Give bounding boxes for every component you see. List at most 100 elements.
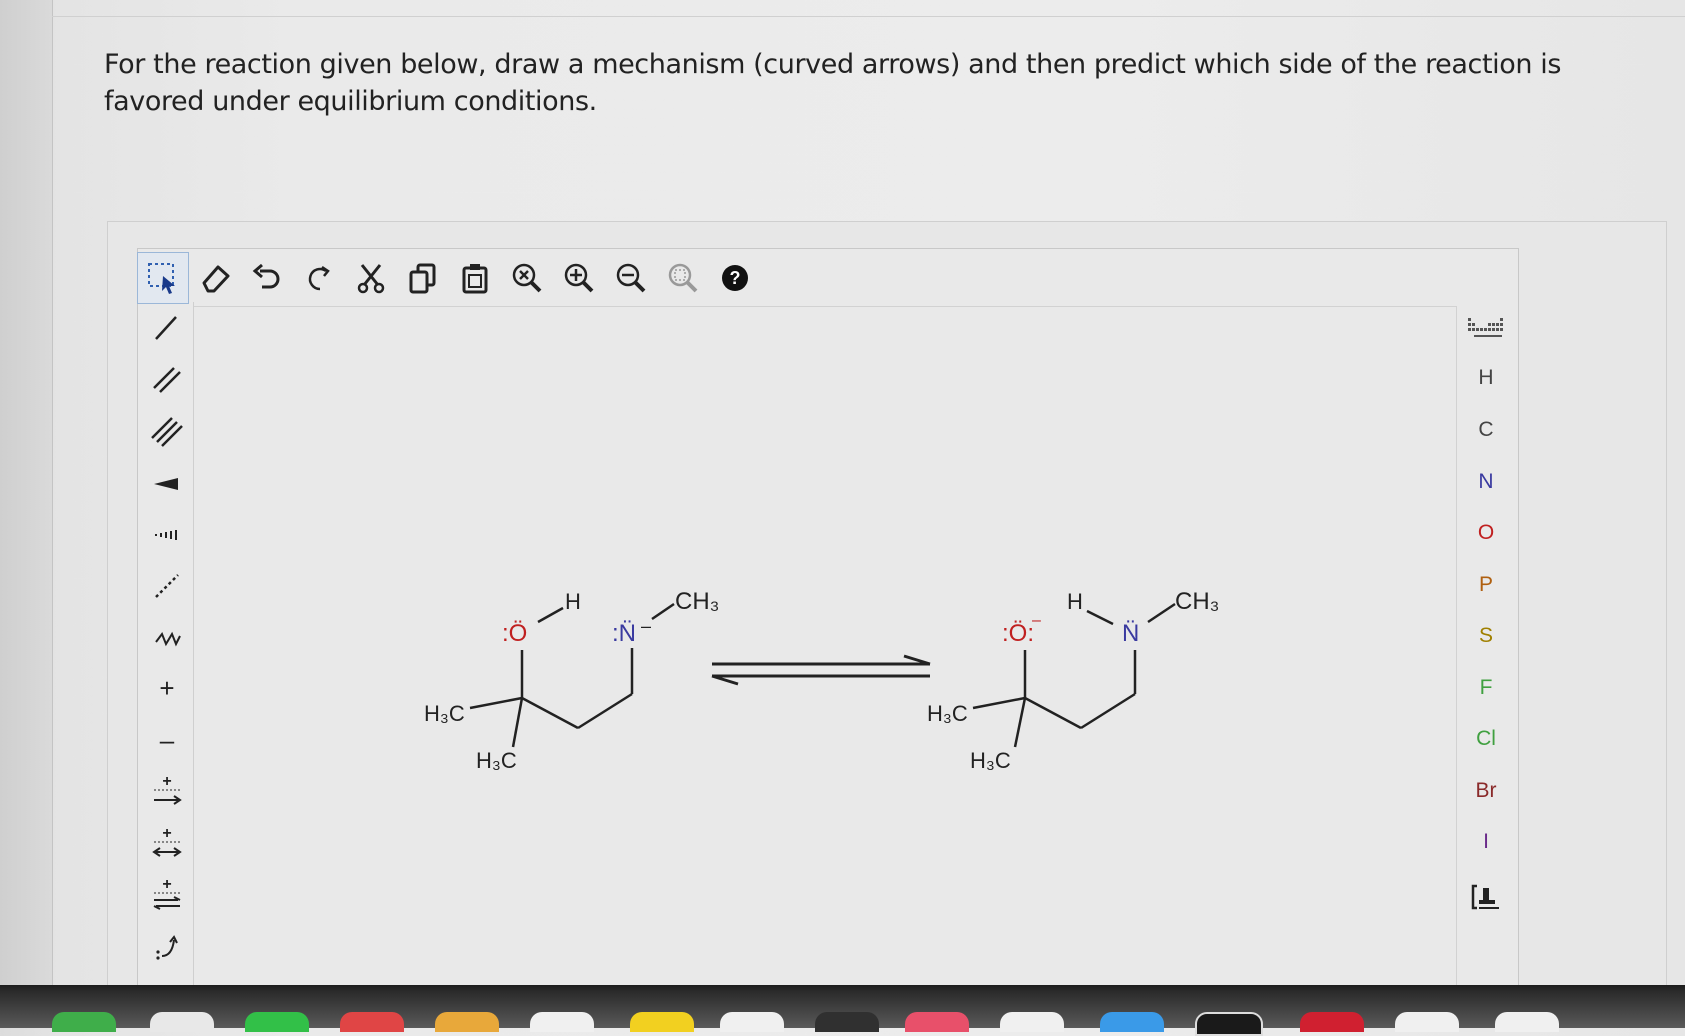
single-bond-button[interactable] [141, 302, 193, 354]
right-nitrogen: N̈ [1122, 620, 1139, 647]
curved-arrow-icon [156, 935, 178, 960]
bracket-tool-button[interactable] [1456, 882, 1516, 918]
reminders-app-icon[interactable] [530, 1012, 594, 1032]
triple-bond-icon [151, 417, 183, 447]
wedge-bond-icon [154, 477, 178, 490]
element-s-button[interactable]: S [1456, 624, 1516, 648]
left-hydroxyl-h: H [565, 589, 581, 614]
curved-arrow-button[interactable] [141, 921, 193, 973]
element-cl-button[interactable]: Cl [1456, 727, 1516, 751]
scissors-icon [357, 264, 385, 294]
hash-bond-icon [155, 530, 177, 541]
calendar-app-icon[interactable] [340, 1012, 404, 1032]
top-divider [52, 0, 1685, 17]
resonance-arrow-plus-icon: + [152, 825, 182, 857]
copy-button[interactable] [397, 252, 449, 304]
right-h3c-methyl-lower: H₃C [970, 748, 1011, 773]
reaction-drawing: H₃C H₃C :Ö H :N̈ – CH₃ H₃C H₃C :Ö: – H N… [424, 588, 1219, 773]
negative-charge-button[interactable]: – [141, 715, 193, 767]
messages-app-icon[interactable] [245, 1012, 309, 1032]
help-button[interactable]: ? [709, 252, 761, 304]
background-edge [0, 0, 53, 985]
help-glyph: ? [730, 268, 741, 288]
positive-charge-button[interactable]: + [141, 663, 193, 715]
element-br-button[interactable]: Br [1456, 779, 1516, 803]
element-n-button[interactable]: N [1456, 470, 1516, 494]
equilibrium-arrow-plus-button[interactable]: + [141, 870, 193, 922]
dashed-bond-icon [155, 573, 179, 598]
drawing-canvas[interactable]: H₃C H₃C :Ö H :N̈ – CH₃ H₃C H₃C :Ö: – H N… [194, 306, 1457, 993]
element-p-button[interactable]: P [1456, 573, 1516, 597]
right-oxygen: :Ö: [1002, 620, 1034, 647]
equilibrium-arrow [711, 654, 931, 686]
paste-icon [462, 264, 488, 294]
zoom-in-button[interactable] [553, 252, 605, 304]
copy-icon [409, 263, 436, 294]
left-ch3: CH₃ [675, 588, 719, 615]
browser-app-icon[interactable] [1195, 1012, 1263, 1036]
clear-zoom-button[interactable] [501, 252, 553, 304]
zigzag-chain-icon [155, 632, 181, 647]
hash-bond-button[interactable] [141, 508, 193, 560]
news-app-icon[interactable] [1300, 1012, 1364, 1032]
periodic-table-button[interactable] [1456, 314, 1516, 346]
periodic-table-icon [1468, 318, 1503, 337]
undo-icon [252, 263, 280, 289]
left-h3c-methyl-lower: H₃C [476, 748, 517, 773]
resonance-arrow-plus-button[interactable]: + [141, 818, 193, 870]
selection-lasso-icon [148, 263, 175, 294]
redo-button[interactable] [293, 252, 345, 304]
element-i-button[interactable]: I [1456, 830, 1516, 854]
element-o-button[interactable]: O [1456, 521, 1516, 545]
left-toolbar: + – + + + [141, 302, 194, 992]
element-c-button[interactable]: C [1456, 418, 1516, 442]
element-f-button[interactable]: F [1456, 676, 1516, 700]
bracket-icon [1471, 884, 1499, 910]
redo-icon [308, 265, 330, 291]
double-bond-icon [153, 367, 181, 394]
select-tool-button[interactable] [137, 252, 189, 304]
zoom-in-icon [564, 263, 594, 293]
finder-app-icon[interactable] [720, 1012, 784, 1032]
zoom-fit-button[interactable] [657, 252, 709, 304]
trash-icon[interactable] [1495, 1012, 1559, 1032]
question-text: For the reaction given below, draw a mec… [104, 49, 1562, 117]
zoom-fit-icon [668, 263, 698, 293]
left-oxygen: :Ö [502, 620, 527, 647]
right-h3c-methyl: H₃C [927, 701, 968, 726]
eraser-icon [202, 265, 230, 293]
eraser-button[interactable] [189, 252, 241, 304]
dashed-bond-button[interactable] [141, 560, 193, 612]
notes-app-icon[interactable] [435, 1012, 499, 1032]
help-icon: ? [722, 265, 748, 291]
right-amine-h: H [1067, 589, 1083, 614]
zoom-out-icon [616, 263, 646, 293]
app-store-icon[interactable] [1100, 1012, 1164, 1032]
zoom-reset-icon [512, 263, 542, 293]
equilibrium-arrow-plus-icon: + [153, 876, 181, 911]
paste-button[interactable] [449, 252, 501, 304]
textedit-app-icon[interactable] [1395, 1012, 1459, 1032]
zoom-out-button[interactable] [605, 252, 657, 304]
reaction-arrow-plus-button[interactable]: + [141, 766, 193, 818]
left-h3c-methyl: H₃C [424, 701, 465, 726]
left-n-charge: – [641, 616, 651, 636]
cut-button[interactable] [345, 252, 397, 304]
stickies-app-icon[interactable] [630, 1012, 694, 1032]
terminal-app-icon[interactable] [815, 1012, 879, 1032]
element-palette: H C N O P S F Cl Br I [1456, 306, 1516, 992]
photos-app-icon[interactable] [150, 1012, 214, 1032]
triple-bond-button[interactable] [141, 405, 193, 457]
maps-app-icon[interactable] [52, 1012, 116, 1032]
plus-glyph: + [162, 876, 171, 893]
element-h-button[interactable]: H [1456, 366, 1516, 390]
preview-app-icon[interactable] [1000, 1012, 1064, 1032]
left-nitrogen: :N̈ [612, 620, 636, 647]
chain-tool-button[interactable] [141, 612, 193, 664]
forward-arrow-plus-icon: + [154, 773, 182, 805]
music-app-icon[interactable] [905, 1012, 969, 1032]
plus-glyph: + [162, 773, 171, 790]
undo-button[interactable] [241, 252, 293, 304]
double-bond-button[interactable] [141, 354, 193, 406]
wedge-bond-button[interactable] [141, 457, 193, 509]
